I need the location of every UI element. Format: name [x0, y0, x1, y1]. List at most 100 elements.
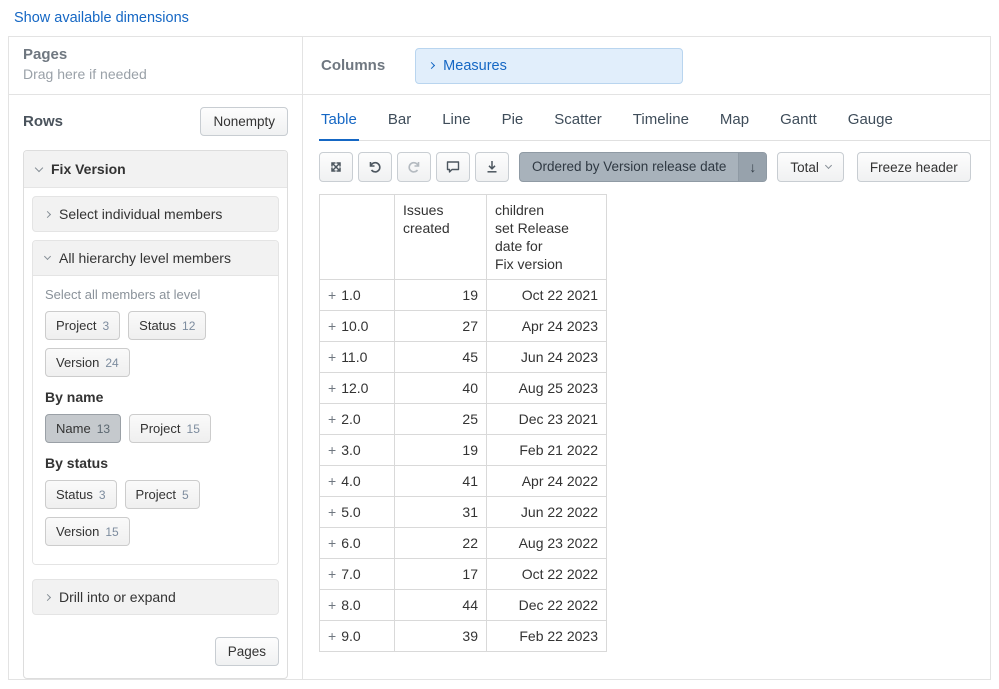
pages-drop-zone[interactable]: Pages Drag here if needed — [9, 37, 302, 95]
expand-icon[interactable]: + — [328, 628, 336, 644]
tab-line[interactable]: Line — [440, 105, 472, 140]
table-row: +2.0 25 Dec 23 2021 — [319, 403, 607, 435]
table-row: +1.0 19 Oct 22 2021 — [319, 279, 607, 311]
order-by-button[interactable]: Ordered by Version release date ↓ — [519, 152, 768, 182]
table-row: +8.0 44 Dec 22 2022 — [319, 589, 607, 621]
version-cell: +1.0 — [319, 279, 395, 311]
version-label[interactable]: 8.0 — [341, 597, 360, 613]
expand-icon[interactable]: + — [328, 380, 336, 396]
level-chip-project[interactable]: Project 15 — [129, 414, 211, 443]
version-cell: +11.0 — [319, 341, 395, 373]
version-cell: +4.0 — [319, 465, 395, 497]
select-individual-members-bar[interactable]: Select individual members — [32, 196, 279, 232]
chevron-right-icon — [428, 61, 436, 70]
version-label[interactable]: 4.0 — [341, 473, 360, 489]
version-cell: +6.0 — [319, 527, 395, 559]
expand-icon[interactable]: + — [328, 318, 336, 334]
chip-count: 15 — [105, 525, 119, 539]
drill-into-or-expand-bar[interactable]: Drill into or expand — [32, 579, 279, 615]
results-table: Issues created children set Release date … — [319, 194, 607, 652]
chip-count: 3 — [98, 488, 106, 502]
table-row: +10.0 27 Apr 24 2023 — [319, 310, 607, 342]
measures-dimension-chip[interactable]: Measures — [415, 47, 684, 84]
nonempty-button[interactable]: Nonempty — [200, 107, 288, 136]
level-chip-version[interactable]: Version 24 — [45, 348, 130, 377]
level-chip-status[interactable]: Status 3 — [45, 480, 117, 509]
columns-zone-title: Columns — [321, 57, 386, 74]
version-label[interactable]: 2.0 — [341, 411, 360, 427]
release-date-cell: Feb 22 2023 — [486, 620, 607, 652]
version-cell: +8.0 — [319, 589, 395, 621]
issues-created-cell: 22 — [394, 527, 487, 559]
show-dimensions-link[interactable]: Show available dimensions — [14, 10, 189, 26]
level-chip-status[interactable]: Status 12 — [128, 311, 207, 340]
order-by-button-label: Ordered by Version release date — [532, 159, 727, 174]
tab-gauge[interactable]: Gauge — [846, 105, 895, 140]
expand-icon[interactable]: + — [328, 473, 336, 489]
redo-button[interactable] — [397, 152, 431, 182]
column-header[interactable]: children set Release date for Fix versio… — [486, 194, 607, 280]
version-label[interactable]: 9.0 — [341, 628, 360, 644]
tab-scatter[interactable]: Scatter — [552, 105, 604, 140]
chip-label: Status — [139, 318, 177, 333]
chip-count: 15 — [186, 422, 200, 436]
expand-icon[interactable]: + — [328, 349, 336, 365]
expand-icon[interactable]: + — [328, 287, 336, 303]
level-chip-project[interactable]: Project 5 — [124, 480, 200, 509]
pages-zone-title: Pages — [23, 46, 68, 63]
level-chip-project[interactable]: Project 3 — [45, 311, 121, 340]
by-name-title: By name — [45, 389, 104, 405]
comment-button[interactable] — [436, 152, 470, 182]
expand-icon[interactable]: + — [328, 566, 336, 582]
chip-count: 24 — [105, 356, 119, 370]
by-status-title: By status — [45, 455, 109, 471]
table-row: +12.0 40 Aug 25 2023 — [319, 372, 607, 404]
version-cell: +5.0 — [319, 496, 395, 528]
column-header[interactable]: Issues created — [394, 194, 487, 280]
export-button[interactable] — [475, 152, 509, 182]
version-label[interactable]: 3.0 — [341, 442, 360, 458]
total-dropdown-button[interactable]: Total — [777, 152, 844, 182]
chart-toolbar: Ordered by Version release date ↓ Total … — [319, 152, 990, 182]
version-label[interactable]: 12.0 — [341, 380, 368, 396]
issues-created-cell: 25 — [394, 403, 487, 435]
swap-axes-button[interactable] — [319, 152, 353, 182]
all-hierarchy-levels-title: All hierarchy level members — [59, 250, 231, 266]
expand-icon[interactable]: + — [328, 442, 336, 458]
tab-bar[interactable]: Bar — [386, 105, 413, 140]
version-label[interactable]: 10.0 — [341, 318, 368, 334]
table-row: +4.0 41 Apr 24 2022 — [319, 465, 607, 497]
version-label[interactable]: 5.0 — [341, 504, 360, 520]
version-cell: +10.0 — [319, 310, 395, 342]
all-hierarchy-levels-header[interactable]: All hierarchy level members — [33, 241, 278, 276]
move-to-pages-button[interactable]: Pages — [214, 637, 279, 666]
release-date-cell: Jun 22 2022 — [486, 496, 607, 528]
version-label[interactable]: 1.0 — [341, 287, 360, 303]
expand-icon[interactable]: + — [328, 535, 336, 551]
dimension-name: Fix Version — [51, 161, 126, 177]
redo-icon — [408, 161, 420, 173]
tab-pie[interactable]: Pie — [500, 105, 526, 140]
level-chips: Project 3 Status 12 Version 24 — [45, 311, 266, 377]
level-chip-version[interactable]: Version 15 — [45, 517, 130, 546]
fix-version-panel-header[interactable]: Fix Version — [24, 151, 287, 188]
version-label[interactable]: 11.0 — [341, 349, 367, 365]
expand-icon[interactable]: + — [328, 597, 336, 613]
level-chip-name[interactable]: Name 13 — [45, 414, 122, 443]
columns-zone: Columns Measures — [303, 37, 990, 95]
rows-zone: Rows Nonempty Fix Version Select individ… — [9, 95, 302, 679]
total-dropdown-label: Total — [790, 159, 819, 175]
version-label[interactable]: 6.0 — [341, 535, 360, 551]
undo-button[interactable] — [358, 152, 392, 182]
tab-map[interactable]: Map — [718, 105, 751, 140]
table-body: +1.0 19 Oct 22 2021 +10.0 27 Apr 24 2023 +11.0… — [319, 279, 607, 652]
drill-into-or-expand-label: Drill into or expand — [59, 589, 176, 605]
chart-tabs: Table Bar Line Pie Scatter Timeline Map Gantt Ga… — [319, 105, 990, 141]
freeze-header-button[interactable]: Freeze header — [856, 152, 971, 182]
tab-table[interactable]: Table — [319, 105, 359, 141]
tab-timeline[interactable]: Timeline — [631, 105, 691, 140]
expand-icon[interactable]: + — [328, 411, 336, 427]
expand-icon[interactable]: + — [328, 504, 336, 520]
version-label[interactable]: 7.0 — [341, 566, 360, 582]
tab-gantt[interactable]: Gantt — [778, 105, 819, 140]
